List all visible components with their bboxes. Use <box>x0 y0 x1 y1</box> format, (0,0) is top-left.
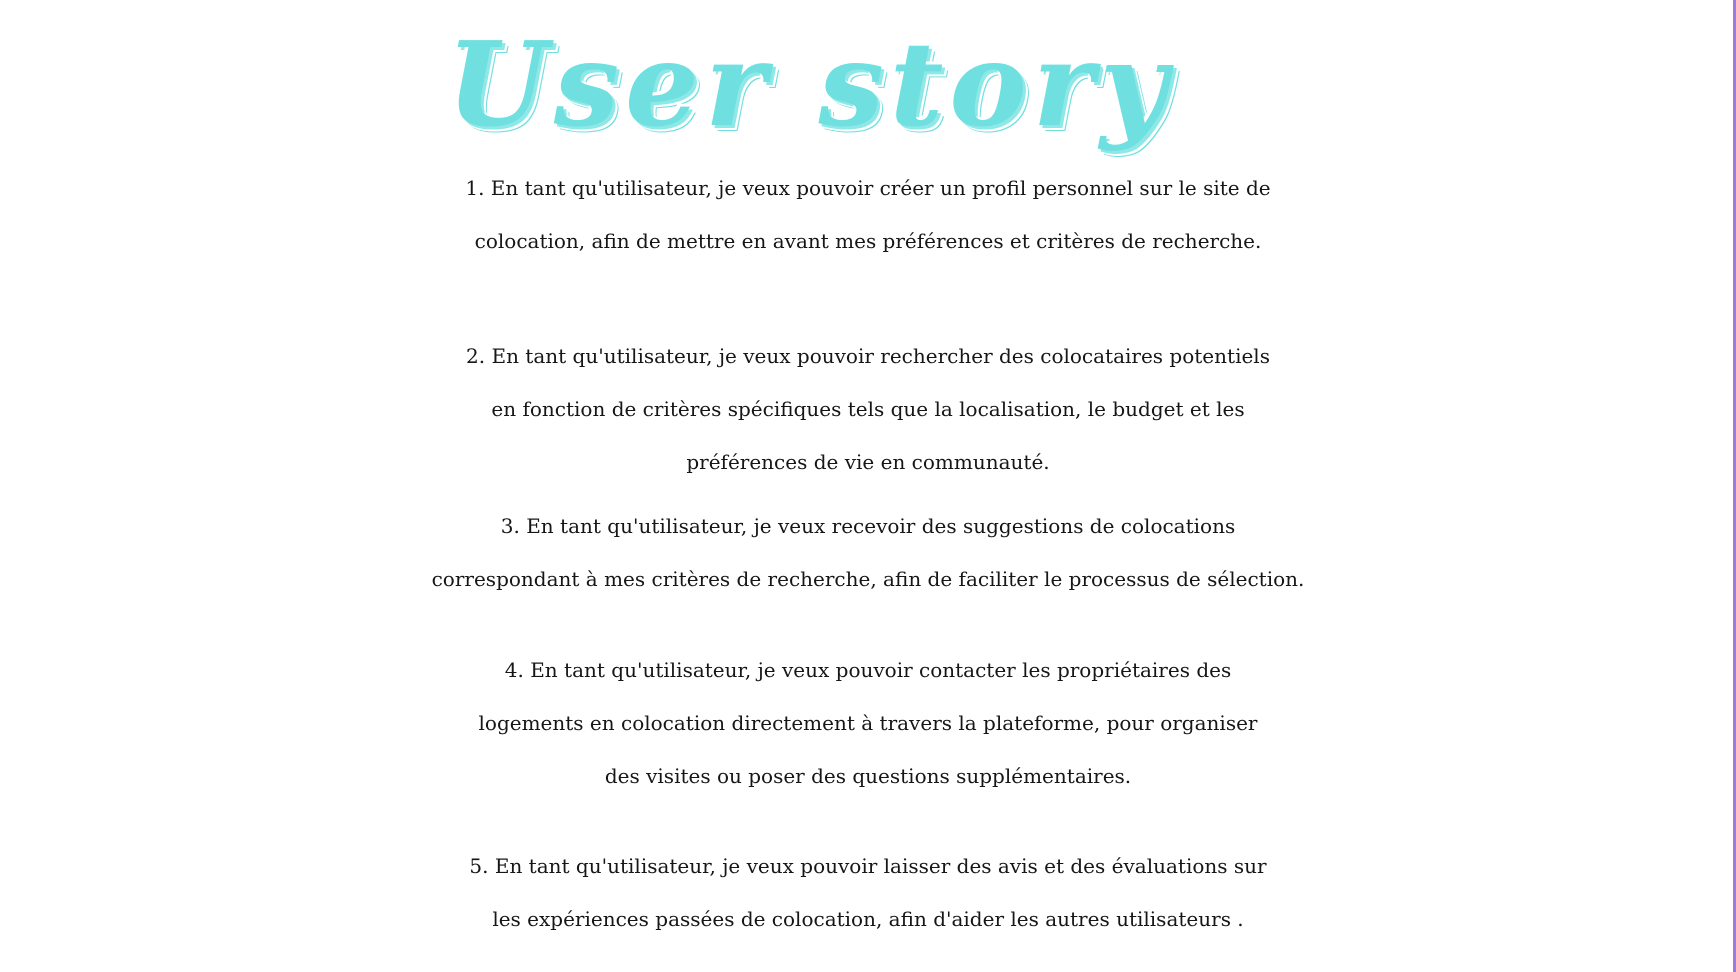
user-story-1: 1. En tant qu'utilisateur, je veux pouvo… <box>0 162 1733 268</box>
story-line: 2. En tant qu'utilisateur, je veux pouvo… <box>466 344 1270 368</box>
user-story-4: 4. En tant qu'utilisateur, je veux pouvo… <box>0 644 1733 803</box>
story-line: 5. En tant qu'utilisateur, je veux pouvo… <box>469 854 1267 878</box>
story-line: colocation, afin de mettre en avant mes … <box>474 229 1262 253</box>
slide: User story 1. En tant qu'utilisateur, je… <box>0 0 1736 972</box>
story-line: 4. En tant qu'utilisateur, je veux pouvo… <box>504 658 1232 682</box>
user-story-2: 2. En tant qu'utilisateur, je veux pouvo… <box>0 330 1733 489</box>
story-line: correspondant à mes critères de recherch… <box>431 567 1305 591</box>
page-title: User story <box>446 17 1174 153</box>
story-line: préférences de vie en communauté. <box>686 450 1050 474</box>
story-line: les expériences passées de colocation, a… <box>492 907 1244 931</box>
story-line: 1. En tant qu'utilisateur, je veux pouvo… <box>465 176 1271 200</box>
story-line: des visites ou poser des questions suppl… <box>604 764 1132 788</box>
story-line: logements en colocation directement à tr… <box>478 711 1258 735</box>
story-line: 3. En tant qu'utilisateur, je veux recev… <box>500 514 1236 538</box>
user-story-5: 5. En tant qu'utilisateur, je veux pouvo… <box>0 840 1733 946</box>
story-line: en fonction de critères spécifiques tels… <box>491 397 1245 421</box>
user-story-3: 3. En tant qu'utilisateur, je veux recev… <box>0 500 1733 606</box>
